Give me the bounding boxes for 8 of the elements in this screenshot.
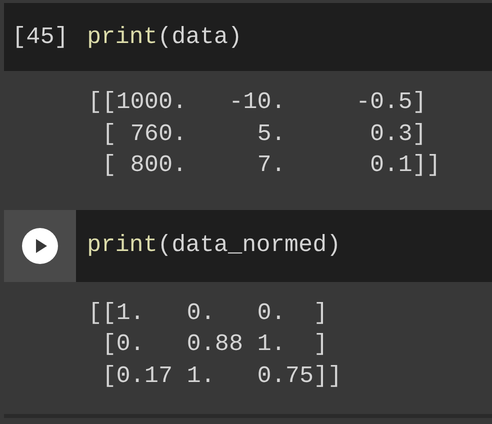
play-button-icon[interactable] xyxy=(22,228,58,264)
output-text: [[1. 0. 0. ] [0. 0.88 1. ] [0.17 1. 0.75]] xyxy=(87,298,342,392)
code-line: print(data) xyxy=(87,24,242,50)
code-line: print(data_normed) xyxy=(87,232,341,259)
execution-count: [45] xyxy=(12,24,70,50)
output-text: [[1000. -10. -0.5] [ 760. 5. 0.3] [ 800. 7. 0.1]] xyxy=(87,88,441,181)
code-cell[interactable]: print(data_normed) xyxy=(4,210,492,282)
code-cell[interactable]: [45] print(data) xyxy=(4,3,492,71)
